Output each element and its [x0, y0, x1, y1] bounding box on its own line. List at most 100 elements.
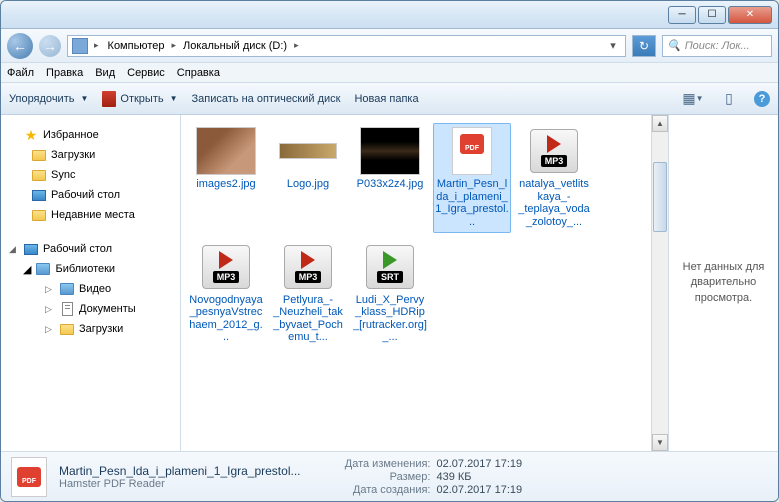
sidebar-item-documents[interactable]: ▷Документы	[5, 299, 176, 319]
file-item[interactable]: MP3natalya_vetlitskaya_-_teplaya_voda_zo…	[515, 123, 593, 233]
status-meta-row: Дата создания: 02.07.2017 17:19	[320, 484, 522, 496]
mp3-thumbnail: MP3	[524, 127, 584, 175]
file-name-label: Ludi_X_Pervy_klass_HDRip_[rutracker.org]…	[353, 294, 427, 345]
view-options-button[interactable]: ▦ ▼	[682, 88, 704, 110]
file-name-label: Petlyura_-_Neuzheli_tak_byvaet_Pochemu_t…	[271, 294, 345, 345]
statusbar: PDF Martin_Pesn_lda_i_plameni_1_Igra_pre…	[1, 451, 778, 501]
sidebar-libraries[interactable]: ◢ Библиотеки	[5, 259, 176, 279]
pdf-icon: PDF	[17, 467, 41, 487]
file-content-area[interactable]: jpg images2.jpgLogo.jpgP033x2z4.jpgPDFMa…	[181, 115, 651, 451]
libraries-icon	[36, 263, 50, 275]
sidebar-item-desktop[interactable]: Рабочий стол	[5, 185, 176, 205]
chevron-right-icon[interactable]: ▸	[169, 40, 178, 51]
menubar: Файл Правка Вид Сервис Справка	[1, 63, 778, 83]
preview-text: Нет данных для дварительно просмотра.	[677, 260, 770, 306]
file-item[interactable]: SRTLudi_X_Pervy_klass_HDRip_[rutracker.o…	[351, 239, 429, 349]
expand-icon: ◢	[23, 263, 31, 276]
drive-icon	[72, 38, 88, 54]
maximize-button[interactable]: ☐	[698, 6, 726, 24]
file-item[interactable]: Logo.jpg	[269, 123, 347, 233]
file-item[interactable]: images2.jpg	[187, 123, 265, 233]
nav-forward-button[interactable]: →	[39, 35, 61, 57]
folder-icon	[32, 170, 46, 181]
meta-label: Дата изменения:	[320, 458, 430, 470]
chevron-right-icon[interactable]: ▸	[292, 40, 301, 51]
close-button[interactable]: ✕	[728, 6, 772, 24]
address-bar[interactable]: ▸ Компьютер ▸ Локальный диск (D:) ▸ ▾	[67, 35, 626, 57]
meta-label: Дата создания:	[320, 484, 430, 496]
meta-value: 439 КБ	[436, 471, 471, 483]
mp3-thumbnail: MP3	[278, 243, 338, 291]
search-placeholder: Поиск: Лок...	[685, 40, 750, 52]
folder-icon	[32, 150, 46, 161]
menu-view[interactable]: Вид	[95, 67, 115, 79]
organize-button[interactable]: Упорядочить▼	[9, 93, 88, 105]
chevron-right-icon[interactable]: ▸	[92, 40, 101, 51]
preview-pane-button[interactable]: ▯	[718, 88, 740, 110]
expand-icon: ▷	[45, 284, 55, 295]
sidebar-item-lib-downloads[interactable]: ▷Загрузки	[5, 319, 176, 339]
file-item[interactable]: MP3Novogodnyaya_pesnyaVstrechaem_2012_g.…	[187, 239, 265, 349]
sidebar-item-downloads[interactable]: Загрузки	[5, 145, 176, 165]
expand-icon: ▷	[45, 304, 55, 315]
folder-icon	[60, 324, 74, 335]
nav-back-button[interactable]: ←	[7, 33, 33, 59]
sidebar: ★ Избранное Загрузки Sync Рабочий стол Н…	[1, 115, 181, 451]
image-thumbnail	[279, 143, 337, 159]
desktop-icon	[24, 244, 38, 255]
search-input[interactable]: 🔍 Поиск: Лок...	[662, 35, 772, 57]
file-name-label: images2.jpg	[196, 178, 255, 191]
sidebar-item-videos[interactable]: ▷Видео	[5, 279, 176, 299]
file-item[interactable]: MP3Petlyura_-_Neuzheli_tak_byvaet_Pochem…	[269, 239, 347, 349]
meta-label: Размер:	[320, 471, 430, 483]
status-filename: Martin_Pesn_lda_i_plameni_1_Igra_prestol…	[59, 464, 300, 478]
video-icon	[60, 283, 74, 295]
desktop-icon	[32, 190, 46, 201]
help-button[interactable]: ?	[754, 91, 770, 107]
refresh-button[interactable]: ↻	[632, 35, 656, 57]
file-item[interactable]: P033x2z4.jpg	[351, 123, 429, 233]
crumb-computer[interactable]: Компьютер	[105, 40, 168, 52]
search-icon: 🔍	[667, 39, 681, 52]
titlebar[interactable]: ─ ☐ ✕	[1, 1, 778, 29]
image-thumbnail	[196, 127, 256, 175]
menu-file[interactable]: Файл	[7, 67, 34, 79]
document-icon	[62, 302, 73, 316]
scroll-track[interactable]	[652, 132, 668, 434]
scroll-up-button[interactable]: ▲	[652, 115, 668, 132]
navbar: ← → ▸ Компьютер ▸ Локальный диск (D:) ▸ …	[1, 29, 778, 63]
scroll-thumb[interactable]	[653, 162, 667, 232]
file-item[interactable]: PDFMartin_Pesn_lda_i_plameni_1_Igra_pres…	[433, 123, 511, 233]
sidebar-favorites[interactable]: ★ Избранное	[5, 125, 176, 145]
new-folder-button[interactable]: Новая папка	[354, 93, 418, 105]
preview-pane: Нет данных для дварительно просмотра.	[668, 115, 778, 451]
sidebar-item-recent[interactable]: Недавние места	[5, 205, 176, 225]
open-button[interactable]: Открыть▼	[102, 91, 177, 107]
expand-icon: ◢	[9, 244, 19, 255]
star-icon: ★	[23, 127, 39, 143]
meta-value: 02.07.2017 17:19	[436, 484, 522, 496]
pdf-thumbnail: PDF	[442, 127, 502, 175]
sidebar-desktop-root[interactable]: ◢ Рабочий стол	[5, 239, 176, 259]
file-name-label: P033x2z4.jpg	[357, 178, 424, 191]
menu-help[interactable]: Справка	[177, 67, 220, 79]
burn-button[interactable]: Записать на оптический диск	[192, 93, 341, 105]
file-name-label: Martin_Pesn_lda_i_plameni_1_Igra_prestol…	[435, 178, 509, 229]
toolbar: Упорядочить▼ Открыть▼ Записать на оптиче…	[1, 83, 778, 115]
pdf-app-icon	[102, 91, 116, 107]
file-name-label: natalya_vetlitskaya_-_teplaya_voda_zolot…	[517, 178, 591, 229]
meta-value: 02.07.2017 17:19	[436, 458, 522, 470]
address-dropdown[interactable]: ▾	[605, 39, 621, 52]
mp3-thumbnail: MP3	[196, 243, 256, 291]
status-file-icon: PDF	[11, 457, 47, 497]
folder-icon	[32, 210, 46, 221]
expand-icon: ▷	[45, 324, 55, 335]
scroll-down-button[interactable]: ▼	[652, 434, 668, 451]
scrollbar-vertical[interactable]: ▲ ▼	[651, 115, 668, 451]
status-meta-row: Размер: 439 КБ	[320, 471, 522, 483]
menu-tools[interactable]: Сервис	[127, 67, 165, 79]
crumb-drive[interactable]: Локальный диск (D:)	[180, 40, 290, 52]
sidebar-item-sync[interactable]: Sync	[5, 165, 176, 185]
menu-edit[interactable]: Правка	[46, 67, 83, 79]
minimize-button[interactable]: ─	[668, 6, 696, 24]
